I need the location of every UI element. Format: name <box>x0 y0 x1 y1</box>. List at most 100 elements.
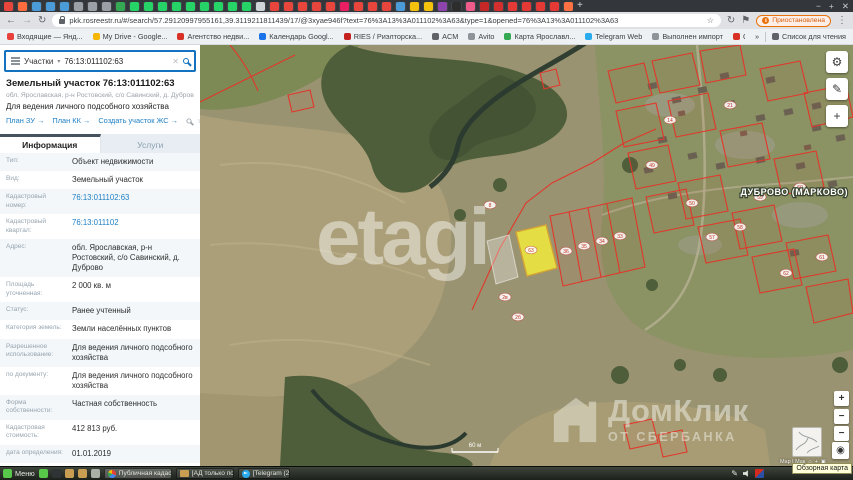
magnifier-icon[interactable] <box>186 118 191 123</box>
tab-favicon[interactable] <box>4 2 13 11</box>
tab-favicon[interactable] <box>88 2 97 11</box>
bookmarks-overflow-chevron[interactable]: » <box>755 32 759 41</box>
tab-favicon[interactable] <box>368 2 377 11</box>
taskbar-grid-icon[interactable] <box>91 469 100 478</box>
tab-favicon[interactable] <box>60 2 69 11</box>
zoom-in-button[interactable]: + <box>834 391 849 406</box>
tab-favicon[interactable] <box>200 2 209 11</box>
window-maximize-button[interactable]: + <box>829 0 834 12</box>
tab-favicon[interactable] <box>382 2 391 11</box>
tab-favicon[interactable] <box>186 2 195 11</box>
zoom-out-button-2[interactable]: − <box>834 426 849 441</box>
bookmark-item[interactable]: Карта Ярославл... <box>504 32 575 41</box>
tab-favicon[interactable] <box>340 2 349 11</box>
tab-favicon[interactable] <box>270 2 279 11</box>
locate-button[interactable]: ◉ <box>832 442 849 459</box>
tab-favicon[interactable] <box>564 2 573 11</box>
search-icon[interactable] <box>183 58 189 64</box>
map-add-button[interactable]: + <box>826 105 848 127</box>
create-parcel-link[interactable]: Создать участок ЖС → <box>98 116 178 125</box>
tab-favicon[interactable] <box>214 2 223 11</box>
bookmark-item[interactable]: Telegram Web <box>585 32 642 41</box>
tab-favicon[interactable] <box>284 2 293 11</box>
extension-flag-icon[interactable]: ⚑ <box>741 12 750 29</box>
tab-favicon[interactable] <box>326 2 335 11</box>
reading-list-button[interactable]: Список для чтения <box>772 32 846 41</box>
taskbar-folder-icon[interactable] <box>78 469 87 478</box>
taskbar-task[interactable]: Публичная кадастр... <box>104 468 172 479</box>
tab-favicon[interactable] <box>18 2 27 11</box>
bookmark-item[interactable]: ACM <box>432 32 458 41</box>
tab-favicon[interactable] <box>452 2 461 11</box>
bookmark-item[interactable]: Входящие — Янд... <box>7 32 83 41</box>
bookmark-item[interactable]: RIES / Риэлторска... <box>344 32 422 41</box>
extension-paused-badge[interactable]: ‖ Приостановлена <box>756 15 831 27</box>
tab-favicon[interactable] <box>242 2 251 11</box>
tab-favicon[interactable] <box>522 2 531 11</box>
tab-favicon[interactable] <box>396 2 405 11</box>
info-row-value[interactable]: 76:13:011102 <box>72 218 200 235</box>
tab-favicon[interactable] <box>32 2 41 11</box>
bookmark-item[interactable]: Списки переадре... <box>733 32 745 41</box>
window-minimize-button[interactable]: − <box>816 0 821 12</box>
tab-favicon[interactable] <box>116 2 125 11</box>
tab-favicon[interactable] <box>424 2 433 11</box>
favorite-star-icon[interactable]: ☆ <box>197 116 200 125</box>
search-input[interactable] <box>64 57 168 66</box>
tab-favicon[interactable] <box>130 2 139 11</box>
taskbar-task[interactable]: [АД только покупат... <box>176 468 234 479</box>
menu-icon[interactable] <box>11 57 20 64</box>
tab-favicon[interactable] <box>158 2 167 11</box>
tab-favicon[interactable] <box>410 2 419 11</box>
pencil-tray-icon[interactable]: ✎ <box>731 469 738 478</box>
volume-icon[interactable] <box>743 470 750 477</box>
tab-favicon[interactable] <box>480 2 489 11</box>
forward-icon[interactable]: → <box>22 12 32 29</box>
tab-favicon[interactable] <box>508 2 517 11</box>
tab-favicon[interactable] <box>102 2 111 11</box>
reload-icon[interactable]: ↻ <box>38 12 46 29</box>
tab-favicon[interactable] <box>172 2 181 11</box>
search-box[interactable]: Участки ▾ ✕ <box>4 50 196 72</box>
bookmark-item[interactable]: Avito <box>468 32 494 41</box>
search-category-dropdown[interactable]: Участки <box>24 57 53 66</box>
tab-favicon[interactable] <box>550 2 559 11</box>
new-tab-button[interactable]: + <box>577 0 583 12</box>
bookmark-item[interactable]: Агентство недви... <box>177 32 249 41</box>
bookmark-star-icon[interactable]: ☆ <box>707 14 714 27</box>
window-close-button[interactable]: ✕ <box>842 0 849 12</box>
tab-favicon[interactable] <box>144 2 153 11</box>
overview-minimap[interactable] <box>792 427 822 457</box>
tab-favicon[interactable] <box>74 2 83 11</box>
tab-favicon[interactable] <box>298 2 307 11</box>
info-row-value[interactable]: 76:13:011102:63 <box>72 193 200 210</box>
url-bar[interactable]: pkk.rosreestr.ru/#/search/57.29120997955… <box>52 14 721 27</box>
taskbar-task[interactable]: [Telegram (27852)] <box>238 468 290 479</box>
plan-zu-link[interactable]: План ЗУ → <box>6 116 44 125</box>
map-layers-button[interactable]: ⚙ <box>826 51 848 73</box>
tab-favicon[interactable] <box>536 2 545 11</box>
zoom-out-button[interactable]: − <box>834 409 849 424</box>
tab-favicon[interactable] <box>354 2 363 11</box>
tab-favicon[interactable] <box>466 2 475 11</box>
tab-favicon[interactable] <box>312 2 321 11</box>
bookmark-item[interactable]: Выполнен импорт <box>652 32 723 41</box>
cadastral-map[interactable]: 63363534332в2б814214950575859606162 ДУБР… <box>200 45 853 466</box>
reader-icon[interactable]: ↻ <box>727 12 735 29</box>
tab-favicon[interactable] <box>494 2 503 11</box>
back-icon[interactable]: ← <box>6 12 16 29</box>
bookmark-item[interactable]: My Drive - Google... <box>93 32 168 41</box>
taskbar-launcher-icon[interactable] <box>39 469 48 478</box>
browser-menu-icon[interactable]: ⋮ <box>837 12 847 29</box>
taskbar-menu-button[interactable]: Меню <box>3 469 35 478</box>
tab-favicon[interactable] <box>438 2 447 11</box>
tab-favicon[interactable] <box>228 2 237 11</box>
taskbar-folder-icon[interactable] <box>65 469 74 478</box>
taskbar-screenshot-icon[interactable] <box>52 469 61 478</box>
tab-services[interactable]: Услуги <box>101 134 201 153</box>
tab-favicon[interactable] <box>256 2 265 11</box>
tab-information[interactable]: Информация <box>0 134 101 153</box>
tab-favicon[interactable] <box>46 2 55 11</box>
keyboard-layout-icon[interactable] <box>755 469 764 478</box>
map-draw-button[interactable]: ✎ <box>826 78 848 100</box>
